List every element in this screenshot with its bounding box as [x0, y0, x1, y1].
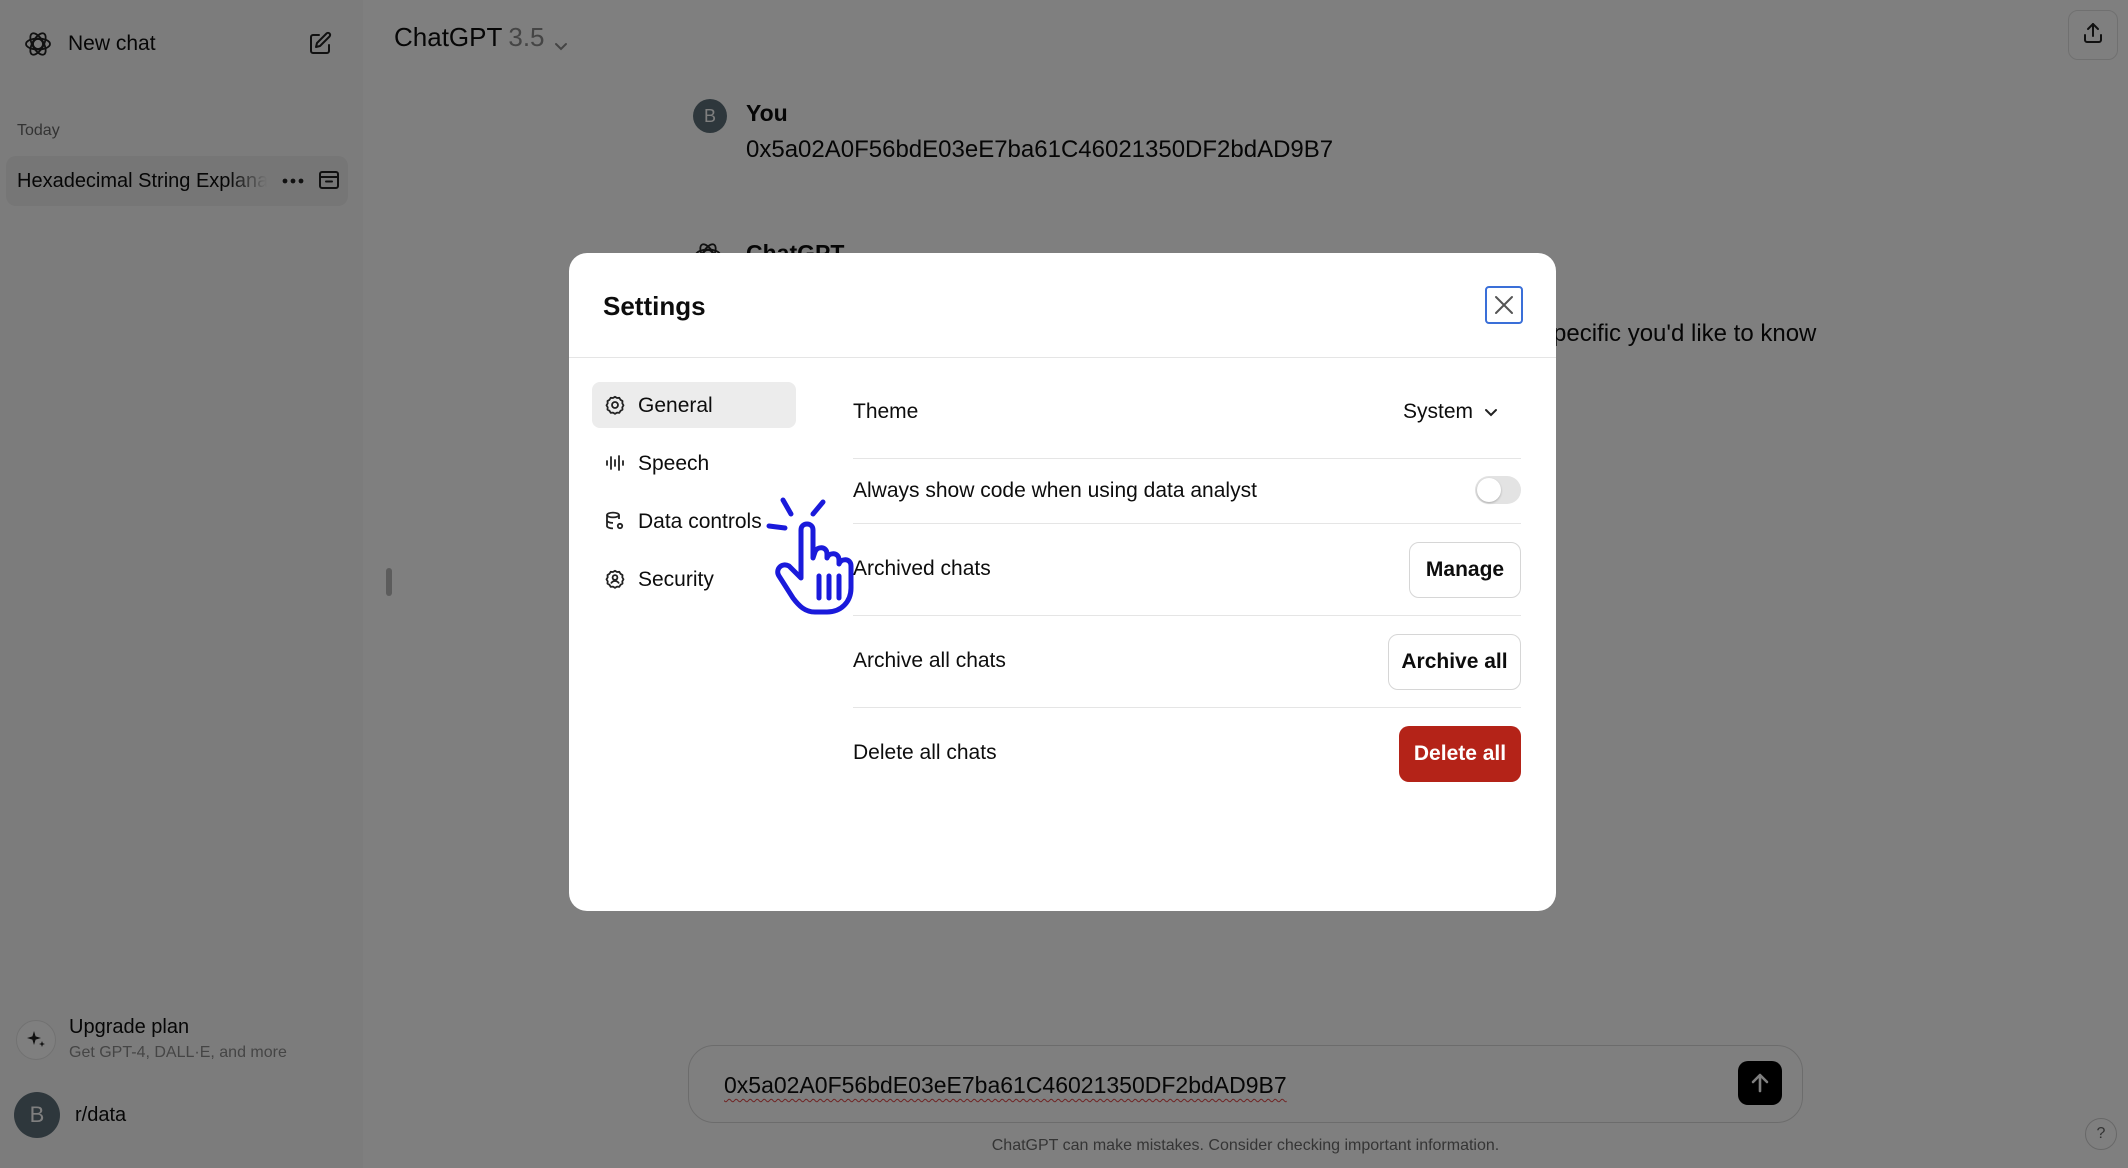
gear-icon [605, 395, 625, 415]
theme-select-value: System [1402, 400, 1473, 423]
code-toggle-switch[interactable] [1475, 476, 1521, 504]
archived-chats-row: Archived chats Manage [853, 542, 1521, 598]
tab-general[interactable]: General [592, 382, 796, 428]
tab-general-label: General [638, 394, 713, 417]
waveform-icon [605, 453, 625, 473]
delete-all-label: Delete all chats [853, 741, 997, 764]
theme-select[interactable]: System [1403, 400, 1499, 424]
delete-all-row: Delete all chats Delete all [853, 726, 1521, 782]
archive-all-row: Archive all chats Archive all [853, 634, 1521, 690]
delete-all-button[interactable]: Delete all [1399, 726, 1521, 782]
code-toggle-row: Always show code when using data analyst [853, 476, 1521, 519]
database-gear-icon [605, 511, 625, 531]
manage-button[interactable]: Manage [1409, 542, 1521, 598]
tab-speech[interactable]: Speech [592, 440, 796, 486]
toggle-knob [1477, 478, 1501, 502]
close-icon [1495, 296, 1513, 314]
theme-label: Theme [853, 400, 919, 423]
dialog-divider [569, 357, 1556, 358]
chevron-down-icon [1485, 409, 1497, 417]
code-toggle-label: Always show code when using data analyst [853, 479, 1257, 502]
row-divider [853, 523, 1521, 524]
dialog-title: Settings [603, 291, 706, 321]
click-cursor-icon [765, 492, 875, 618]
tab-security-label: Security [638, 568, 714, 591]
shield-user-icon [605, 569, 625, 589]
close-button[interactable] [1485, 286, 1523, 324]
tab-speech-label: Speech [638, 452, 710, 475]
archive-all-label: Archive all chats [853, 649, 1006, 672]
row-divider [853, 707, 1521, 708]
theme-row: Theme System [853, 400, 1521, 440]
archive-all-button[interactable]: Archive all [1388, 634, 1521, 690]
tab-data-controls-label: Data controls [638, 510, 762, 533]
row-divider [853, 615, 1521, 616]
row-divider [853, 458, 1521, 459]
settings-dialog: Settings General Speech Data controls Se… [569, 253, 1556, 911]
